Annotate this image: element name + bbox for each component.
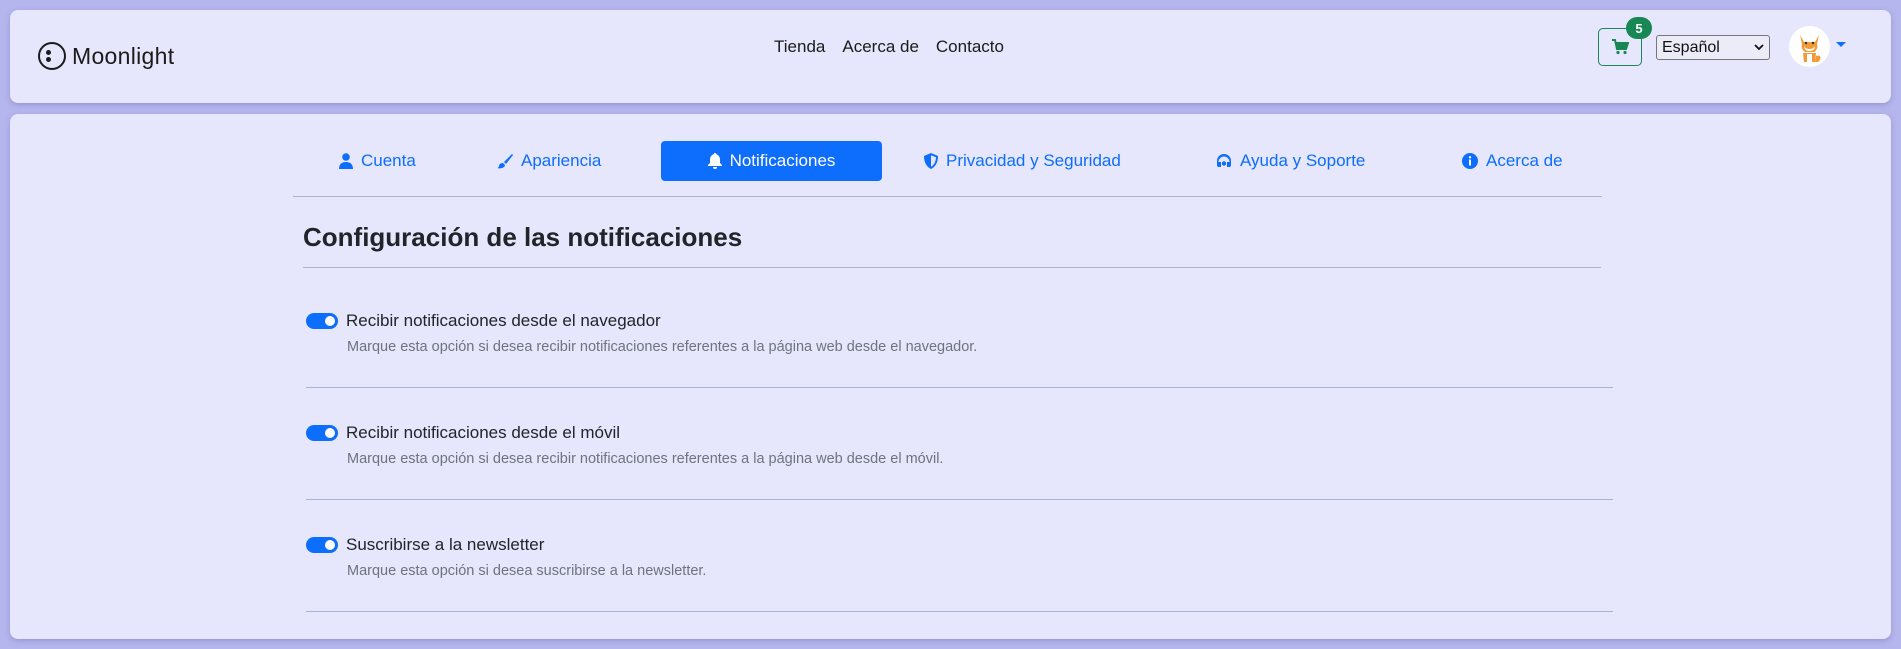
setting-description: Marque esta opción si desea suscribirse … [347,563,707,579]
nav-link-tienda[interactable]: Tienda [774,37,825,57]
cart-icon [1612,39,1629,55]
bell-icon [707,153,722,169]
user-icon [339,153,353,169]
nav-link-contacto[interactable]: Contacto [936,37,1004,57]
brand-name: Moonlight [72,42,175,69]
setting-description: Marque esta opción si desea recibir noti… [347,339,978,355]
tab-label: Notificaciones [729,151,836,170]
tab-cuenta[interactable]: Cuenta [325,141,430,181]
brand[interactable]: Moonlight [38,42,174,70]
setting-browser-notifications: Recibir notificaciones desde el navegado… [306,311,1613,388]
tab-ayuda[interactable]: Ayuda y Soporte [1202,141,1379,181]
tab-notificaciones[interactable]: Notificaciones [661,141,882,181]
info-icon [1462,153,1478,169]
nav-link-acerca[interactable]: Acerca de [842,37,919,57]
setting-mobile-notifications: Recibir notificaciones desde el móvil Ma… [306,423,1613,500]
divider [306,387,1613,388]
shield-icon [924,153,938,169]
newsletter-toggle[interactable] [306,537,338,553]
tab-label: Cuenta [361,151,416,170]
cart-count-badge: 5 [1626,17,1652,39]
avatar-dropdown-caret-icon[interactable] [1836,42,1846,47]
tab-label: Acerca de [1486,151,1563,170]
settings-tabs: Cuenta Apariencia Notificaciones Privaci… [293,141,1602,197]
avatar[interactable] [1789,26,1830,67]
fox-avatar-icon [1789,26,1830,67]
setting-label: Recibir notificaciones desde el móvil [346,423,621,442]
divider [303,267,1601,268]
language-select[interactable]: Español [1656,35,1770,60]
tab-apariencia[interactable]: Apariencia [483,141,615,181]
setting-newsletter: Suscribirse a la newsletter Marque esta … [306,535,1613,612]
setting-description: Marque esta opción si desea recibir noti… [347,451,944,467]
tab-label: Privacidad y Seguridad [946,151,1121,170]
setting-label: Suscribirse a la newsletter [346,535,545,554]
tab-label: Ayuda y Soporte [1240,151,1366,170]
moon-logo-icon [38,42,66,70]
cart-button[interactable]: 5 [1598,17,1652,66]
tab-privacidad[interactable]: Privacidad y Seguridad [910,141,1135,181]
tab-label: Apariencia [521,151,602,170]
divider [306,611,1613,612]
setting-label: Recibir notificaciones desde el navegado… [346,311,661,330]
browser-notifications-toggle[interactable] [306,313,338,329]
paintbrush-icon [497,154,513,169]
nav-links: Tienda Acerca de Contacto [774,37,1004,57]
language-selected: Español [1662,38,1720,56]
tab-acerca[interactable]: Acerca de [1448,141,1577,181]
headset-icon [1217,154,1231,167]
chevron-down-icon [1754,44,1764,51]
divider [306,499,1613,500]
mobile-notifications-toggle[interactable] [306,425,338,441]
section-title: Configuración de las notificaciones [303,222,743,252]
